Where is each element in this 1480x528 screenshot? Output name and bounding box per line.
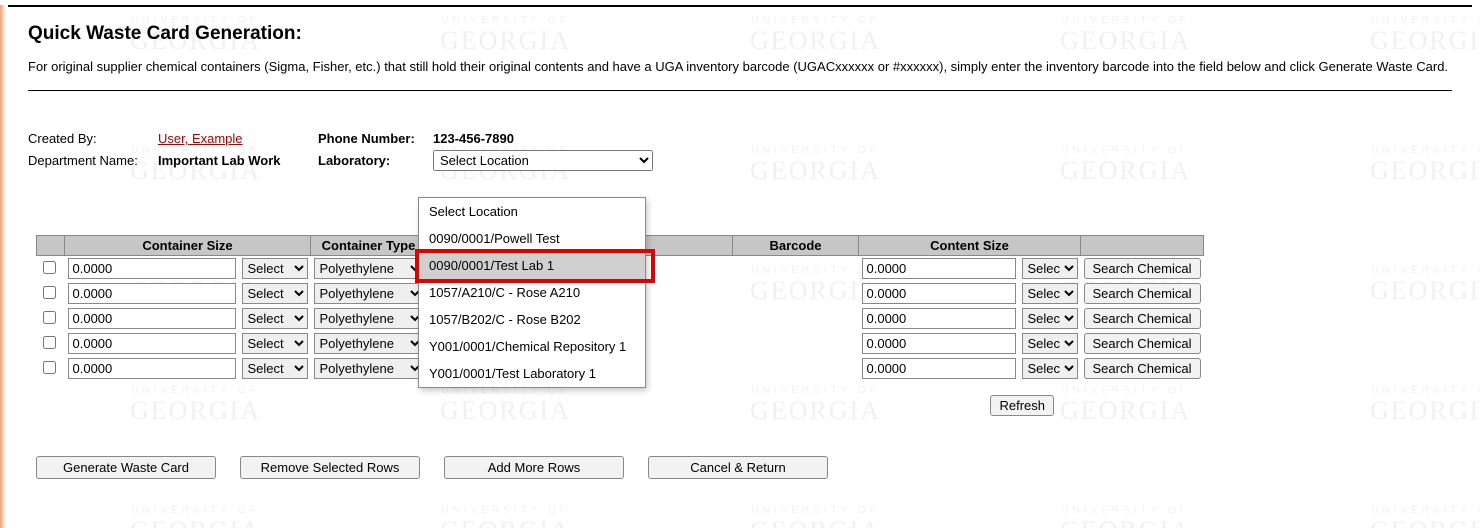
row-checkbox[interactable] bbox=[43, 261, 56, 274]
row-checkbox[interactable] bbox=[43, 361, 56, 374]
content-size-input[interactable] bbox=[862, 358, 1016, 379]
content-size-input[interactable] bbox=[862, 283, 1016, 304]
container-type-select[interactable]: Polyethylene bbox=[314, 283, 424, 304]
refresh-button[interactable]: Refresh bbox=[990, 395, 1054, 416]
search-chemical-button[interactable]: Search Chemical bbox=[1084, 333, 1201, 354]
laboratory-option[interactable]: Y001/0001/Test Laboratory 1 bbox=[419, 360, 645, 387]
col-container-type: Container Type bbox=[311, 236, 427, 256]
container-size-unit-select[interactable]: Select bbox=[242, 358, 308, 379]
laboratory-dropdown-popup[interactable]: Select Location0090/0001/Powell Test0090… bbox=[418, 197, 646, 388]
page-title: Quick Waste Card Generation: bbox=[28, 23, 1452, 45]
lab-label: Laboratory: bbox=[318, 153, 433, 168]
laboratory-option[interactable]: 1057/A210/C - Rose A210 bbox=[419, 279, 645, 306]
intro-text: For original supplier chemical container… bbox=[28, 59, 1452, 74]
divider bbox=[28, 90, 1452, 91]
laboratory-option[interactable]: 1057/B202/C - Rose B202 bbox=[419, 306, 645, 333]
search-chemical-button[interactable]: Search Chemical bbox=[1084, 258, 1201, 279]
laboratory-option[interactable]: 0090/0001/Test Lab 1 bbox=[419, 252, 645, 279]
add-rows-button[interactable]: Add More Rows bbox=[444, 456, 624, 479]
laboratory-option[interactable]: Select Location bbox=[419, 198, 645, 225]
container-size-input[interactable] bbox=[68, 358, 236, 379]
col-container-size: Container Size bbox=[65, 236, 311, 256]
container-type-select[interactable]: Polyethylene bbox=[314, 333, 424, 354]
container-size-input[interactable] bbox=[68, 283, 236, 304]
col-content-size: Content Size bbox=[859, 236, 1081, 256]
dept-value: Important Lab Work bbox=[158, 153, 318, 168]
row-checkbox[interactable] bbox=[43, 311, 56, 324]
phone-value: 123-456-7890 bbox=[433, 131, 514, 146]
container-size-input[interactable] bbox=[68, 308, 236, 329]
laboratory-option[interactable]: Y001/0001/Chemical Repository 1 bbox=[419, 333, 645, 360]
content-size-unit-select[interactable]: Select bbox=[1022, 308, 1078, 329]
search-chemical-button[interactable]: Search Chemical bbox=[1084, 308, 1201, 329]
laboratory-option[interactable]: 0090/0001/Powell Test bbox=[419, 225, 645, 252]
content-size-input[interactable] bbox=[862, 308, 1016, 329]
remove-rows-button[interactable]: Remove Selected Rows bbox=[240, 456, 420, 479]
content-size-input[interactable] bbox=[862, 333, 1016, 354]
container-size-unit-select[interactable]: Select bbox=[242, 283, 308, 304]
content-size-unit-select[interactable]: Select bbox=[1022, 358, 1078, 379]
generate-waste-card-button[interactable]: Generate Waste Card bbox=[36, 456, 216, 479]
container-size-unit-select[interactable]: Select bbox=[242, 258, 308, 279]
cancel-return-button[interactable]: Cancel & Return bbox=[648, 456, 828, 479]
container-type-select[interactable]: Polyethylene bbox=[314, 308, 424, 329]
col-barcode: Barcode bbox=[733, 236, 859, 256]
row-checkbox[interactable] bbox=[43, 286, 56, 299]
container-type-select[interactable]: Polyethylene bbox=[314, 358, 424, 379]
dept-label: Department Name: bbox=[28, 153, 158, 168]
container-size-unit-select[interactable]: Select bbox=[242, 308, 308, 329]
container-type-select[interactable]: Polyethylene bbox=[314, 258, 424, 279]
phone-label: Phone Number: bbox=[318, 131, 433, 146]
created-by-label: Created By: bbox=[28, 131, 158, 146]
content-size-unit-select[interactable]: Select bbox=[1022, 258, 1078, 279]
content-size-input[interactable] bbox=[862, 258, 1016, 279]
search-chemical-button[interactable]: Search Chemical bbox=[1084, 358, 1201, 379]
container-size-input[interactable] bbox=[68, 258, 236, 279]
container-size-input[interactable] bbox=[68, 333, 236, 354]
col-checkbox bbox=[37, 236, 65, 256]
col-search bbox=[1081, 236, 1204, 256]
laboratory-select[interactable]: Select Location bbox=[433, 150, 653, 171]
created-by-link[interactable]: User, Example bbox=[158, 131, 243, 146]
container-size-unit-select[interactable]: Select bbox=[242, 333, 308, 354]
search-chemical-button[interactable]: Search Chemical bbox=[1084, 283, 1201, 304]
content-size-unit-select[interactable]: Select bbox=[1022, 333, 1078, 354]
content-size-unit-select[interactable]: Select bbox=[1022, 283, 1078, 304]
row-checkbox[interactable] bbox=[43, 336, 56, 349]
